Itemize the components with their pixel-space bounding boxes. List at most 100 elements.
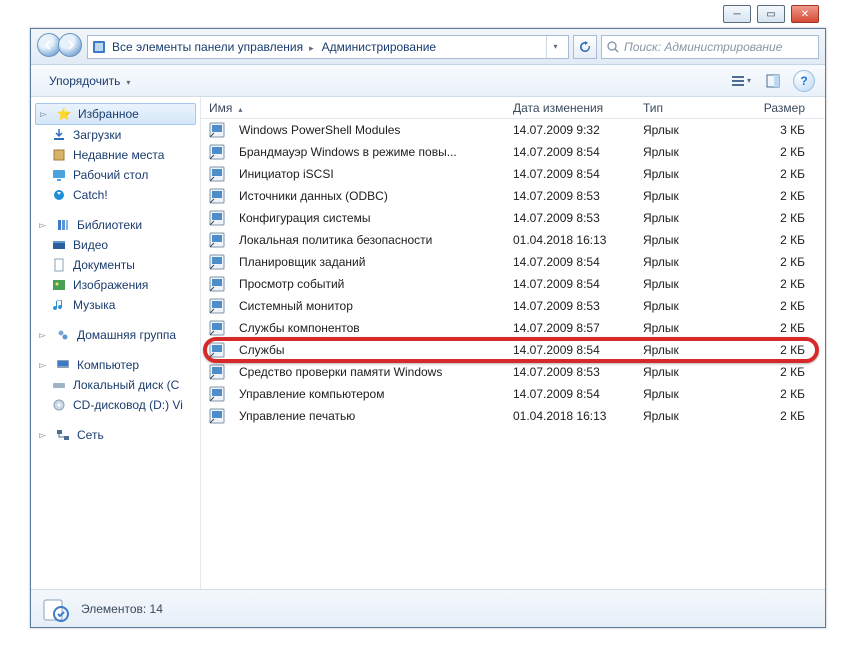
drive-icon xyxy=(51,377,67,393)
file-row[interactable]: Управление компьютером14.07.2009 8:54Ярл… xyxy=(201,383,825,405)
maximize-button[interactable]: ▭ xyxy=(757,5,785,23)
file-row[interactable]: Инициатор iSCSI14.07.2009 8:54Ярлык2 КБ xyxy=(201,163,825,185)
file-date: 14.07.2009 8:57 xyxy=(505,321,635,335)
file-name: Инициатор iSCSI xyxy=(231,167,505,181)
file-size: 2 КБ xyxy=(745,343,825,357)
file-size: 2 КБ xyxy=(745,255,825,269)
file-type: Ярлык xyxy=(635,189,745,203)
file-type: Ярлык xyxy=(635,321,745,335)
file-row[interactable]: Службы компонентов14.07.2009 8:57Ярлык2 … xyxy=(201,317,825,339)
file-type: Ярлык xyxy=(635,365,745,379)
sidebar-homegroup[interactable]: ▻Домашняя группа xyxy=(31,325,200,345)
file-list: Имя▴ Дата изменения Тип Размер Windows P… xyxy=(201,97,825,591)
minimize-button[interactable]: ─ xyxy=(723,5,751,23)
file-row[interactable]: Источники данных (ODBC)14.07.2009 8:53Яр… xyxy=(201,185,825,207)
column-size[interactable]: Размер xyxy=(745,101,825,115)
file-row[interactable]: Службы14.07.2009 8:54Ярлык2 КБ xyxy=(201,339,825,361)
shortcut-icon xyxy=(209,166,225,182)
file-date: 14.07.2009 8:54 xyxy=(505,167,635,181)
control-panel-icon xyxy=(92,40,106,54)
shortcut-icon xyxy=(209,320,225,336)
shortcut-icon xyxy=(209,364,225,380)
breadcrumb-dropdown[interactable]: ▾ xyxy=(546,36,564,58)
file-size: 2 КБ xyxy=(745,189,825,203)
forward-button[interactable] xyxy=(58,33,82,57)
sidebar-item-documents[interactable]: Документы xyxy=(31,255,200,275)
file-date: 14.07.2009 8:53 xyxy=(505,299,635,313)
sidebar-favorites[interactable]: ▻⭐Избранное xyxy=(35,103,196,125)
file-row[interactable]: Планировщик заданий14.07.2009 8:54Ярлык2… xyxy=(201,251,825,273)
column-date[interactable]: Дата изменения xyxy=(505,101,635,115)
breadcrumb-bar[interactable]: Все элементы панели управления Администр… xyxy=(87,35,569,59)
file-name: Средство проверки памяти Windows xyxy=(231,365,505,379)
music-icon xyxy=(51,297,67,313)
sidebar-item-music[interactable]: Музыка xyxy=(31,295,200,315)
sidebar-item-cd-drive[interactable]: CD-дисковод (D:) Vi xyxy=(31,395,200,415)
sidebar-item-downloads[interactable]: Загрузки xyxy=(31,125,200,145)
sidebar-item-desktop[interactable]: Рабочий стол xyxy=(31,165,200,185)
sidebar-item-local-disk[interactable]: Локальный диск (С xyxy=(31,375,200,395)
file-size: 2 КБ xyxy=(745,145,825,159)
file-row[interactable]: Средство проверки памяти Windows14.07.20… xyxy=(201,361,825,383)
column-name[interactable]: Имя▴ xyxy=(201,101,505,115)
file-size: 2 КБ xyxy=(745,233,825,247)
file-row[interactable]: Системный монитор14.07.2009 8:53Ярлык2 К… xyxy=(201,295,825,317)
item-count-icon xyxy=(41,594,71,624)
file-row[interactable]: Windows PowerShell Modules14.07.2009 9:3… xyxy=(201,119,825,141)
sidebar-item-catch[interactable]: Catch! xyxy=(31,185,200,205)
recent-icon xyxy=(51,147,67,163)
file-type: Ярлык xyxy=(635,343,745,357)
shortcut-icon xyxy=(209,232,225,248)
file-name: Службы xyxy=(231,343,505,357)
toolbar: Упорядочить ▾ ? xyxy=(31,65,825,97)
file-type: Ярлык xyxy=(635,409,745,423)
file-date: 14.07.2009 8:54 xyxy=(505,277,635,291)
file-type: Ярлык xyxy=(635,277,745,291)
file-size: 2 КБ xyxy=(745,387,825,401)
file-size: 2 КБ xyxy=(745,409,825,423)
file-type: Ярлык xyxy=(635,387,745,401)
sidebar-libraries[interactable]: ▻Библиотеки xyxy=(31,215,200,235)
file-row[interactable]: Конфигурация системы14.07.2009 8:53Ярлык… xyxy=(201,207,825,229)
file-size: 3 КБ xyxy=(745,123,825,137)
search-placeholder: Поиск: Администрирование xyxy=(624,40,782,54)
file-date: 14.07.2009 8:54 xyxy=(505,343,635,357)
file-date: 14.07.2009 8:54 xyxy=(505,145,635,159)
file-name: Локальная политика безопасности xyxy=(231,233,505,247)
organize-menu[interactable]: Упорядочить xyxy=(41,70,138,92)
breadcrumb-item[interactable]: Администрирование xyxy=(322,40,436,54)
sidebar-item-recent[interactable]: Недавние места xyxy=(31,145,200,165)
picture-icon xyxy=(51,277,67,293)
file-name: Управление компьютером xyxy=(231,387,505,401)
file-date: 01.04.2018 16:13 xyxy=(505,233,635,247)
file-date: 14.07.2009 8:53 xyxy=(505,189,635,203)
view-options-button[interactable]: ▾ xyxy=(729,70,753,92)
sidebar-computer[interactable]: ▻Компьютер xyxy=(31,355,200,375)
file-date: 14.07.2009 8:54 xyxy=(505,387,635,401)
shortcut-icon xyxy=(209,298,225,314)
breadcrumb-item[interactable]: Все элементы панели управления xyxy=(112,40,303,54)
file-name: Управление печатью xyxy=(231,409,505,423)
file-type: Ярлык xyxy=(635,255,745,269)
document-icon xyxy=(51,257,67,273)
file-row[interactable]: Локальная политика безопасности01.04.201… xyxy=(201,229,825,251)
sidebar-item-videos[interactable]: Видео xyxy=(31,235,200,255)
close-button[interactable]: ✕ xyxy=(791,5,819,23)
network-icon xyxy=(55,427,71,443)
search-icon xyxy=(606,40,620,54)
preview-pane-button[interactable] xyxy=(761,70,785,92)
refresh-button[interactable] xyxy=(573,35,597,59)
file-size: 2 КБ xyxy=(745,211,825,225)
file-size: 2 КБ xyxy=(745,167,825,181)
file-row[interactable]: Брандмауэр Windows в режиме повы...14.07… xyxy=(201,141,825,163)
help-button[interactable]: ? xyxy=(793,70,815,92)
shortcut-icon xyxy=(209,254,225,270)
file-row[interactable]: Управление печатью01.04.2018 16:13Ярлык2… xyxy=(201,405,825,427)
file-type: Ярлык xyxy=(635,123,745,137)
column-type[interactable]: Тип xyxy=(635,101,745,115)
search-input[interactable]: Поиск: Администрирование xyxy=(601,35,819,59)
sidebar-item-pictures[interactable]: Изображения xyxy=(31,275,200,295)
file-row[interactable]: Просмотр событий14.07.2009 8:54Ярлык2 КБ xyxy=(201,273,825,295)
file-name: Просмотр событий xyxy=(231,277,505,291)
sidebar-network[interactable]: ▻Сеть xyxy=(31,425,200,445)
